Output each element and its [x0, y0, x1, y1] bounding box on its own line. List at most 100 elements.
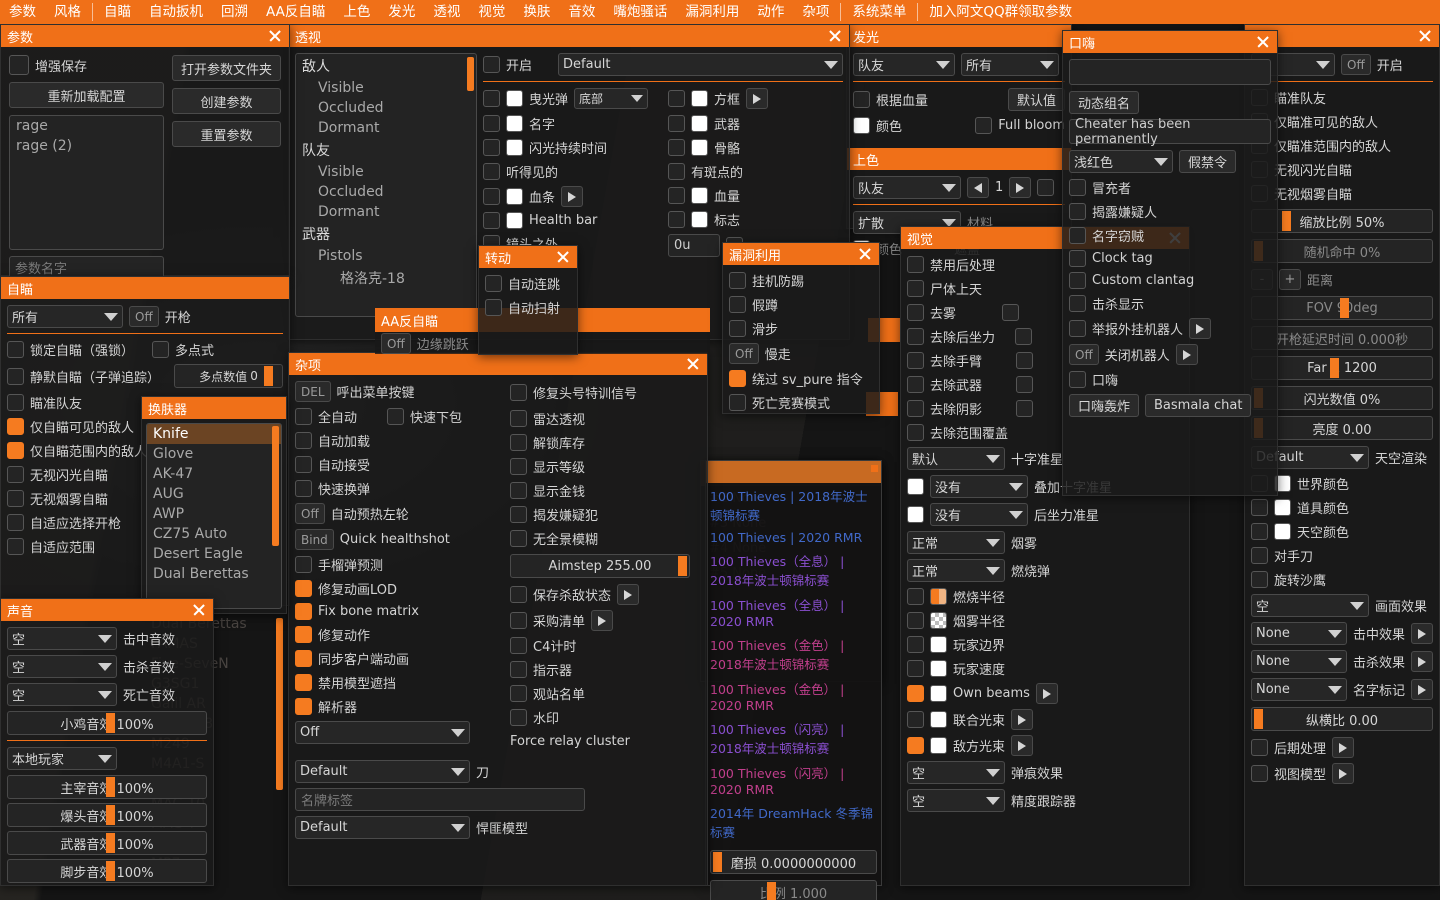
flash-slider[interactable]: 闪光数值 0%: [1251, 386, 1433, 410]
menu-item-8[interactable]: 透视: [424, 0, 469, 24]
fix-signal-checkbox[interactable]: [510, 384, 527, 401]
disable-bot-expand-button[interactable]: [1176, 344, 1198, 365]
sky-color-swatch[interactable]: [1274, 523, 1291, 540]
menu-key-button[interactable]: DEL: [295, 381, 331, 402]
ragdoll-fly-checkbox[interactable]: [907, 280, 924, 297]
reveal-suspect2-checkbox[interactable]: [1069, 203, 1086, 220]
aimbot-off-key[interactable]: Off: [129, 306, 159, 327]
fake-ban-button[interactable]: 假禁令: [1179, 150, 1236, 173]
screen-effect-select[interactable]: 空: [1251, 594, 1369, 617]
slider-knob[interactable]: [106, 805, 115, 825]
molotov-select[interactable]: 正常: [907, 559, 1005, 582]
menu-item-promo[interactable]: 加入阿文QQ群领取参数: [920, 0, 1081, 24]
sticker-item-6[interactable]: 100 Thieves（闪亮） | 2018年波士顿锦标赛: [706, 716, 881, 760]
aim-team-checkbox[interactable]: [7, 394, 24, 411]
weapon-volume-slider[interactable]: 武器音效 100%: [7, 831, 207, 855]
esp-tracer-position-select[interactable]: 底部: [574, 88, 648, 109]
menu-item-3[interactable]: 自动扳机: [140, 0, 212, 24]
opponent-knife-checkbox[interactable]: [1251, 547, 1268, 564]
prop-color-swatch[interactable]: [1274, 499, 1291, 516]
esp-tree-enemy-occluded[interactable]: Occluded: [296, 98, 476, 118]
enhanced-save-checkbox[interactable]: [9, 55, 29, 75]
aim-adaptive-fov-checkbox[interactable]: [7, 538, 24, 555]
chams-target-select[interactable]: 队友: [853, 176, 961, 199]
skin-list[interactable]: Knife Glove AK-47 AUG AWP CZ75 Auto Dese…: [146, 423, 282, 609]
auto-accept-checkbox[interactable]: [295, 456, 312, 473]
sticker-item-3[interactable]: 100 Thieves（全息） | 2020 RMR: [706, 592, 881, 632]
close-icon[interactable]: [555, 249, 571, 265]
view-model-checkbox[interactable]: [1251, 765, 1268, 782]
skin-list-item-6[interactable]: Desert Eagle: [147, 544, 281, 564]
menu-item-system[interactable]: 系统菜单: [843, 0, 915, 24]
params-list[interactable]: rage rage (2): [9, 115, 164, 250]
fast-reload-checkbox[interactable]: [295, 480, 312, 497]
player-speed-swatch[interactable]: [930, 660, 947, 677]
hit-sound-select[interactable]: 空: [7, 627, 117, 650]
chat-message-input[interactable]: Cheater has been permanently: [1069, 119, 1271, 144]
local-player-select[interactable]: 本地玩家: [7, 747, 117, 770]
skin-changer-window[interactable]: 换肤器 Knife Glove AK-47 AUG AWP CZ75 Auto …: [141, 396, 287, 614]
wear-slider[interactable]: 磨损 0.0000000000: [710, 850, 877, 874]
watermark-checkbox[interactable]: [510, 709, 527, 726]
show-money-checkbox[interactable]: [510, 482, 527, 499]
silent-aim-checkbox[interactable]: [7, 368, 24, 385]
spin-deagle-checkbox[interactable]: [1251, 571, 1268, 588]
slide-walk-checkbox[interactable]: [729, 320, 746, 337]
slider-knob[interactable]: [767, 882, 776, 900]
esp-flashtime-swatch[interactable]: [506, 139, 523, 156]
dynamic-group-button[interactable]: 动态组名: [1069, 91, 1139, 114]
basmala-chat-button[interactable]: Basmala chat: [1145, 394, 1251, 417]
fire-radius-checkbox[interactable]: [907, 588, 924, 605]
esp-name-swatch[interactable]: [506, 115, 523, 132]
grenade-predict-checkbox[interactable]: [295, 556, 312, 573]
save-kill-state-expand-button[interactable]: [617, 584, 639, 605]
esp-flag-checkbox[interactable]: [668, 211, 685, 228]
menu-item-5[interactable]: AA反自瞄: [257, 0, 334, 24]
report-bot-expand-button[interactable]: [1189, 318, 1211, 339]
name-mark-select[interactable]: None: [1251, 678, 1347, 701]
esp-preset-select[interactable]: Default: [558, 53, 843, 76]
open-folder-button[interactable]: 打开参数文件夹: [172, 55, 281, 81]
glow-target-select[interactable]: 队友: [853, 53, 955, 76]
menu-item-14[interactable]: 动作: [748, 0, 793, 24]
own-beams-swatch[interactable]: [930, 685, 947, 702]
esp-bone-checkbox[interactable]: [668, 139, 685, 156]
remove-fog-alt-checkbox[interactable]: [1002, 304, 1019, 321]
sticker-item-8[interactable]: 2014年 DreamHack 冬季锦标赛: [706, 800, 881, 844]
reset-param-button[interactable]: 重置参数: [172, 121, 281, 147]
slider-knob[interactable]: [713, 852, 722, 872]
deathmatch-mode-checkbox[interactable]: [729, 394, 746, 411]
disable-postprocess-checkbox[interactable]: [907, 256, 924, 273]
own-beams-checkbox[interactable]: [907, 685, 924, 702]
esp-flashtime-checkbox[interactable]: [483, 139, 500, 156]
sticker-item-2[interactable]: 100 Thieves（全息） | 2018年波士顿锦标赛: [706, 548, 881, 592]
save-kill-state-checkbox[interactable]: [510, 586, 527, 603]
player-bounds-swatch[interactable]: [930, 636, 947, 653]
auto-bhop-checkbox[interactable]: [485, 275, 502, 292]
kill-sound-select[interactable]: 空: [7, 655, 117, 678]
resolver-checkbox[interactable]: [295, 698, 312, 715]
esp-tree-enemy-dormant[interactable]: Dormant: [296, 118, 476, 138]
no-pano-blur-checkbox[interactable]: [510, 530, 527, 547]
zoom-ratio-slider[interactable]: 缩放比例 50%: [1251, 209, 1433, 233]
kill-effect-select[interactable]: None: [1251, 650, 1347, 673]
aimbot-titlebar[interactable]: 自瞄: [1, 277, 289, 299]
esp-healthbar-checkbox[interactable]: [483, 188, 500, 205]
aa-edge-jump-key[interactable]: Off: [381, 333, 411, 354]
slider-knob[interactable]: [1282, 211, 1291, 231]
chat-window[interactable]: 口嗨 动态组名 Cheater has been permanently 浅红色…: [1062, 30, 1278, 496]
multipoint-slider[interactable]: 多点数值 0: [174, 364, 283, 388]
remove-recoil-checkbox[interactable]: [907, 328, 924, 345]
esp-titlebar[interactable]: 透视: [289, 25, 849, 47]
report-bot-checkbox[interactable]: [1069, 320, 1086, 337]
misc-window[interactable]: 杂项 DEL 呼出菜单按键 全自动 快速下包 自动加载 自动接受 快速换弹 Of…: [288, 352, 708, 886]
fix-bone-matrix-checkbox[interactable]: [295, 603, 312, 620]
slider-knob[interactable]: [678, 556, 687, 576]
glow-titlebar[interactable]: 发光: [847, 25, 1071, 47]
chat-spam-checkbox[interactable]: [1069, 371, 1086, 388]
fix-motion-checkbox[interactable]: [295, 626, 312, 643]
esp-tree-team-dormant[interactable]: Dormant: [296, 202, 476, 222]
sound-window[interactable]: 声音 空 击中音效 空 击杀音效 空 死亡音效 小鸡音效 100%: [0, 598, 214, 886]
sticker-item-1[interactable]: 100 Thieves | 2020 RMR: [706, 527, 881, 548]
params-titlebar[interactable]: 参数: [1, 25, 289, 47]
